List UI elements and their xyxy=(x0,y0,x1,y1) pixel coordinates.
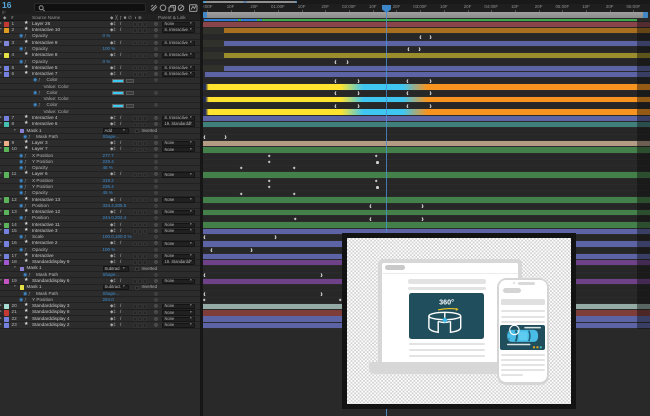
svg-text:360°: 360° xyxy=(439,297,454,306)
